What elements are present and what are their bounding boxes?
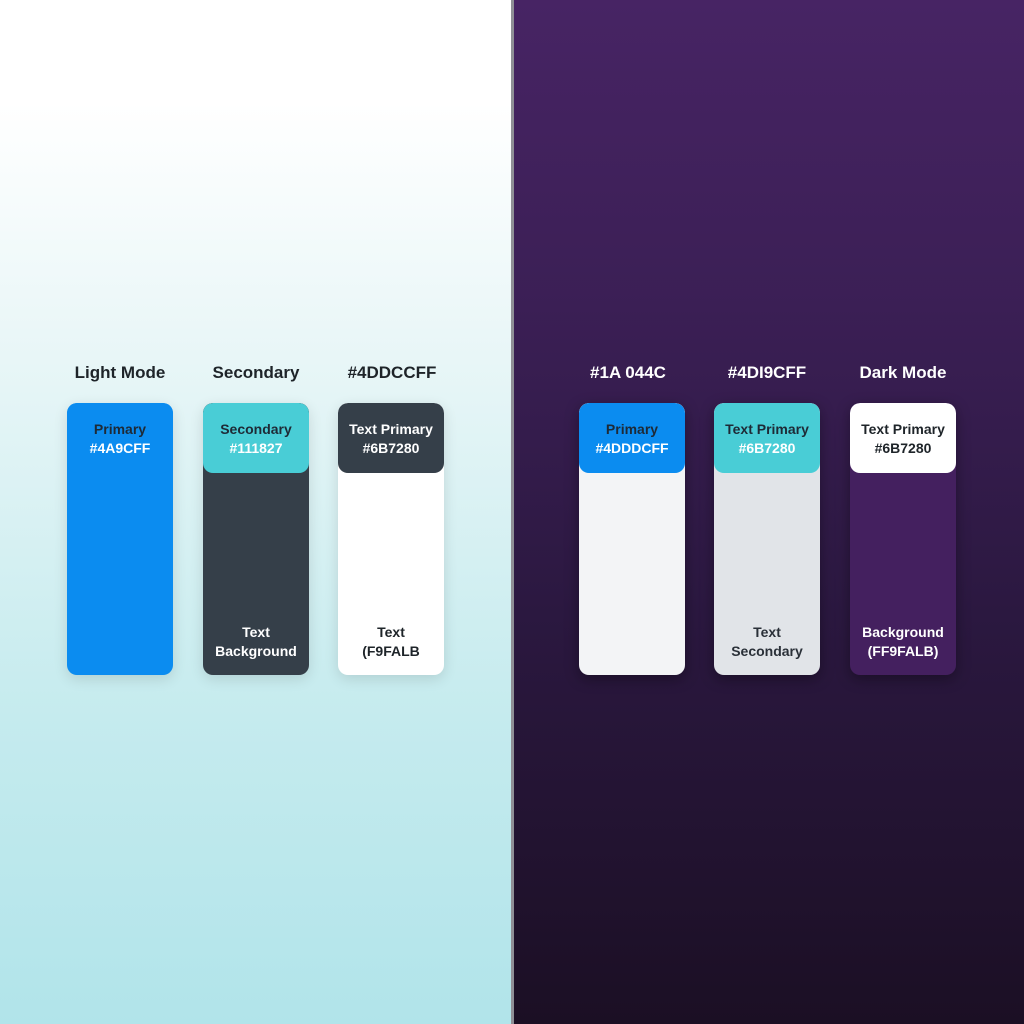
column-header: Secondary <box>212 363 300 382</box>
column-header: Dark Mode <box>859 363 947 382</box>
swatch-top-label: Primary #4A9CFF <box>89 421 151 456</box>
swatch-card[interactable]: Text Primary #6B7280 Background (FF9FALB… <box>850 403 956 675</box>
column-header: #4DI9CFF <box>727 363 807 382</box>
swatch-top-label: Text Primary #6B7280 <box>725 421 809 456</box>
swatch-top-label: Text Primary #6B7280 <box>349 421 433 456</box>
column-header: #1A 044C <box>590 363 666 382</box>
swatch-top-label: Secondary #111827 <box>220 421 292 456</box>
swatch-bottom-label: Text (F9FALB <box>362 624 420 659</box>
swatch-top-label: Primary #4DDDCFF <box>595 421 669 456</box>
swatch-card[interactable]: Secondary #111827 Text Background <box>203 403 309 675</box>
swatch-card[interactable]: Primary #4DDDCFF <box>579 403 685 675</box>
swatch-card[interactable]: Primary #4A9CFF <box>67 403 173 675</box>
column-header: #4DDCCFF <box>347 363 437 382</box>
swatch-top-label: Text Primary #6B7280 <box>861 421 945 456</box>
swatch-bottom-label: Text Background <box>215 624 297 659</box>
swatch-card[interactable]: Text Primary #6B7280 Text (F9FALB <box>338 403 444 675</box>
column-header: Light Mode <box>74 363 166 382</box>
swatch-card[interactable]: Text Primary #6B7280 Text Secondary <box>714 403 820 675</box>
swatch-bottom-label: Text Secondary <box>731 624 803 659</box>
light-mode-panel: Light Mode Secondary #4DDCCFF Primary #4… <box>0 0 511 1024</box>
dark-mode-panel: #1A 044C #4DI9CFF Dark Mode Primary #4DD… <box>514 0 1024 1024</box>
swatch-bottom-label: Background (FF9FALB) <box>862 624 944 659</box>
